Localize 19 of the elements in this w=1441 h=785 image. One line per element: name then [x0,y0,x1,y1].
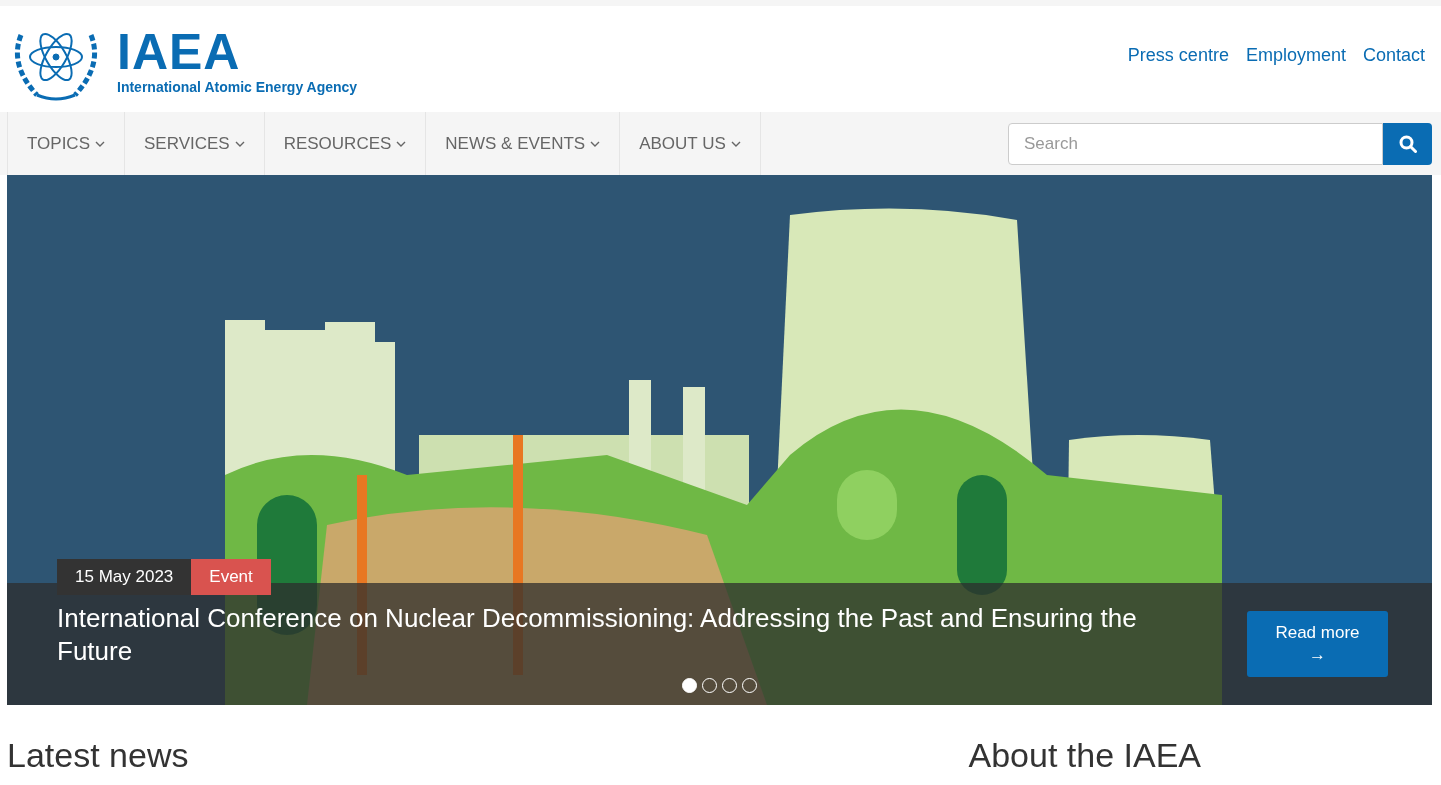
search-field[interactable]: Search [1008,122,1383,165]
event-tag: Event [191,559,271,595]
section-heading: Latest news [7,735,189,775]
search-icon [1398,134,1417,153]
read-more-button[interactable]: Read more → [1247,611,1388,677]
top-link[interactable]: Press centre [1127,41,1229,69]
top-link[interactable]: Contact [1362,41,1425,69]
hero-title[interactable]: International Conference on Nuclear Decommissioning: Addressing the Past and Ensuring the Future [57,602,1167,668]
chevron-down-icon [234,140,245,147]
chevron-down-icon [730,140,741,147]
chevron-down-icon [95,140,105,147]
chevron-down-icon [590,140,601,147]
logo-acronym[interactable]: IAEA [117,27,358,77]
logo-name[interactable]: International Atomic Energy Agency [117,77,358,97]
date-label: 15 May 2023 [57,559,192,595]
section-heading: About the IAEA [968,735,1201,775]
search-button[interactable] [1383,122,1432,165]
top-link[interactable]: Employment [1245,41,1346,69]
chevron-down-icon [396,140,407,147]
